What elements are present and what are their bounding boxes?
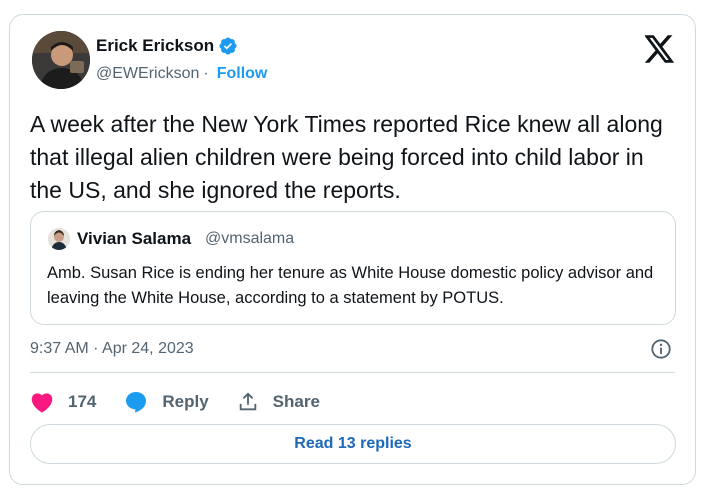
quoted-tweet[interactable]: Vivian Salama @vmsalama Amb. Susan Rice … (30, 211, 676, 325)
author-handle[interactable]: @EWErickson (96, 65, 199, 83)
x-logo-icon[interactable] (645, 35, 675, 63)
tweet-timestamp[interactable]: 9:37 AM · Apr 24, 2023 (30, 340, 194, 358)
reply-button[interactable]: Reply (124, 390, 209, 414)
quoted-author-handle: @vmsalama (205, 230, 295, 247)
author-name-row: Erick Erickson (96, 36, 238, 56)
read-replies-button[interactable]: Read 13 replies (30, 424, 676, 464)
quoted-author-avatar (48, 228, 70, 250)
like-button[interactable]: 174 (30, 391, 96, 413)
share-label: Share (272, 392, 320, 411)
reply-bubble-icon (126, 392, 147, 413)
info-icon[interactable] (650, 338, 672, 360)
verified-badge-icon (219, 37, 237, 55)
quoted-author-name: Vivian Salama (77, 229, 192, 248)
follow-button[interactable]: Follow (217, 65, 268, 83)
author-avatar[interactable] (32, 31, 90, 89)
reply-label: Reply (162, 392, 209, 411)
tweet-text: A week after the New York Times reported… (30, 111, 663, 203)
author-display-name[interactable]: Erick Erickson (96, 36, 214, 56)
like-count: 174 (68, 392, 97, 411)
separator: · (203, 65, 209, 82)
divider (30, 372, 675, 373)
action-bar: 174 Reply Share (30, 387, 348, 417)
share-button[interactable]: Share (237, 391, 320, 413)
quoted-tweet-text: Amb. Susan Rice is ending her tenure as … (47, 264, 654, 307)
share-icon (239, 392, 256, 411)
author-handle-row: @EWErickson · Follow (96, 65, 267, 83)
tweet-card: Erick Erickson @EWErickson · Follow A we… (9, 14, 696, 485)
heart-icon (31, 393, 53, 413)
